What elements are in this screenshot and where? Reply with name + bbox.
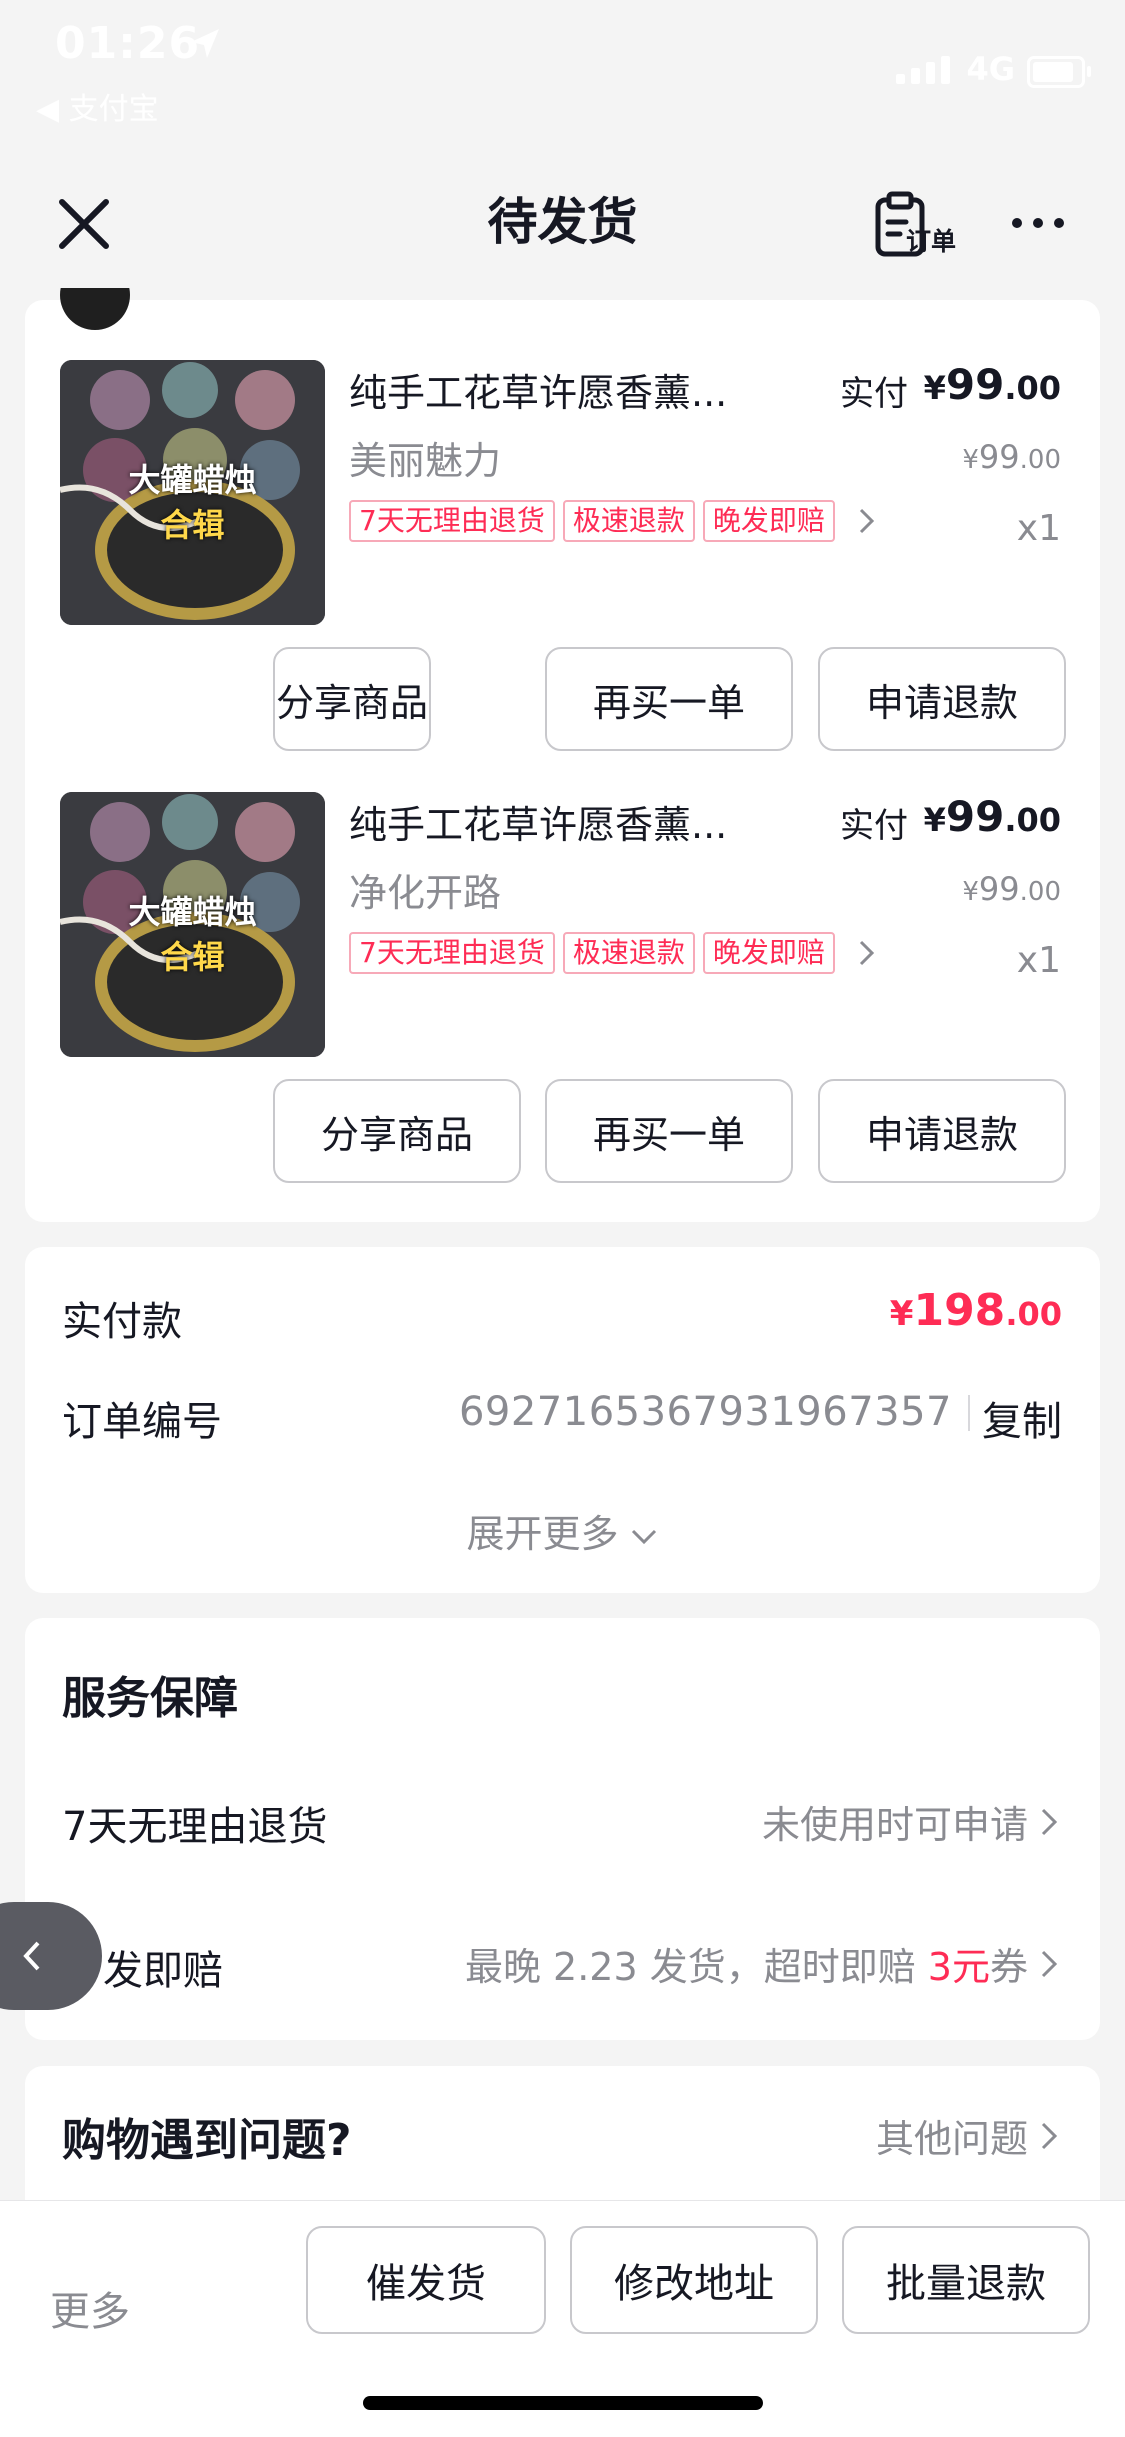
service-row-return[interactable]: 未使用时可申请 [762, 1794, 1060, 1849]
expand-more-label: 展开更多 [466, 1512, 619, 1556]
service-tags[interactable]: 7天无理由退货 极速退款 晚发即赔 [349, 932, 879, 974]
request-refund-button[interactable]: 申请退款 [818, 647, 1066, 751]
paid-total-label: 实付款 [62, 1299, 182, 1345]
bottom-action-bar: 更多 催发货 修改地址 批量退款 [0, 2200, 1125, 2437]
chevron-right-icon [1041, 1950, 1058, 1977]
request-refund-button[interactable]: 申请退款 [818, 1079, 1066, 1183]
product-image[interactable]: 大罐蜡烛 合辑 [60, 360, 325, 625]
shop-avatar [60, 288, 130, 338]
tag-late-compensation: 晚发即赔 [702, 500, 835, 542]
paid-total-amount: ¥198.00 [889, 1285, 1062, 1336]
product-image-caption: 合辑 [160, 506, 225, 544]
product-image-caption: 合辑 [160, 938, 225, 976]
product-image[interactable]: 大罐蜡烛 合辑 [60, 792, 325, 1057]
chevron-down-icon [631, 1529, 656, 1544]
battery-icon [1027, 56, 1091, 88]
share-product-button[interactable]: 分享商品 [273, 647, 431, 751]
location-arrow-icon [191, 29, 219, 58]
tag-fast-refund: 极速退款 [562, 500, 695, 542]
urge-shipping-button[interactable]: 催发货 [306, 2226, 546, 2334]
batch-refund-button[interactable]: 批量退款 [842, 2226, 1090, 2334]
buy-again-button[interactable]: 再买一单 [545, 1079, 793, 1183]
order-button-label: 订单 [906, 227, 957, 256]
product-variant: 净化开路 [349, 871, 502, 915]
divider [968, 1395, 970, 1431]
order-number: 6927165367931967357 [458, 1389, 952, 1435]
share-product-button[interactable]: 分享商品 [273, 1079, 521, 1183]
tag-late-compensation: 晚发即赔 [702, 932, 835, 974]
product-image-caption: 大罐蜡烛 [128, 461, 257, 499]
signal-icon [896, 56, 950, 84]
chevron-left-icon [23, 1941, 40, 1971]
product-name[interactable]: 纯手工花草许愿香薰... [349, 362, 727, 417]
products-card: 大罐蜡烛 合辑 纯手工花草许愿香薰... 实付 ¥99.00 美丽魅力 ¥99.… [25, 288, 1100, 1222]
original-price: ¥99.00 [962, 438, 1061, 476]
product-image-caption: 大罐蜡烛 [128, 893, 257, 931]
chevron-right-icon [859, 940, 874, 966]
paid-price: ¥99.00 [923, 792, 1061, 841]
paid-label: 实付 [840, 806, 908, 846]
order-summary-card: 实付款 ¥198.00 订单编号 6927165367931967357 复制 … [25, 1247, 1100, 1593]
service-row-label: 7天无理由退货 [62, 1804, 328, 1850]
network-type: 4G [966, 50, 1015, 88]
order-number-label: 订单编号 [62, 1399, 222, 1445]
paid-price: ¥99.00 [923, 360, 1061, 409]
chevron-right-icon [1041, 2122, 1058, 2149]
service-tags[interactable]: 7天无理由退货 极速退款 晚发即赔 [349, 500, 879, 542]
buy-again-button[interactable]: 再买一单 [545, 647, 793, 751]
tag-return: 7天无理由退货 [349, 500, 555, 542]
paid-label: 实付 [840, 374, 908, 414]
nav-bar: 待发货 订单 [0, 150, 1125, 300]
help-title: 购物遇到问题? [62, 2115, 352, 2166]
more-options-icon[interactable] [1012, 218, 1064, 228]
chevron-right-icon [1041, 1808, 1058, 1835]
home-indicator[interactable] [363, 2396, 763, 2410]
tag-return: 7天无理由退货 [349, 932, 555, 974]
order-button[interactable]: 订单 [872, 190, 982, 260]
product-quantity: x1 [1016, 508, 1061, 549]
service-guarantee-card: 服务保障 7天无理由退货 未使用时可申请 发即赔 最晚 2.23 发货，超时即赔… [25, 1618, 1100, 2040]
original-price: ¥99.00 [962, 870, 1061, 908]
more-button[interactable]: 更多 [50, 2279, 130, 2337]
service-title: 服务保障 [62, 1673, 238, 1724]
service-row-late-compensation[interactable]: 最晚 2.23 发货，超时即赔 3元券 [465, 1936, 1060, 1991]
status-time: 01:26 [55, 18, 201, 69]
change-address-button[interactable]: 修改地址 [570, 2226, 818, 2334]
expand-more-button[interactable]: 展开更多 [25, 1503, 1100, 1558]
copy-button[interactable]: 复制 [982, 1389, 1062, 1447]
chevron-right-icon [859, 508, 874, 534]
other-issues-link[interactable]: 其他问题 [876, 2108, 1060, 2163]
back-to-app-link[interactable]: ◀ 支付宝 [36, 84, 159, 128]
product-quantity: x1 [1016, 940, 1061, 981]
tag-fast-refund: 极速退款 [562, 932, 695, 974]
service-row-label: 发即赔 [103, 1948, 223, 1994]
product-name[interactable]: 纯手工花草许愿香薰... [349, 794, 727, 849]
product-variant: 美丽魅力 [349, 439, 502, 483]
status-bar: 01:26 ◀ 支付宝 4G [0, 0, 1125, 150]
